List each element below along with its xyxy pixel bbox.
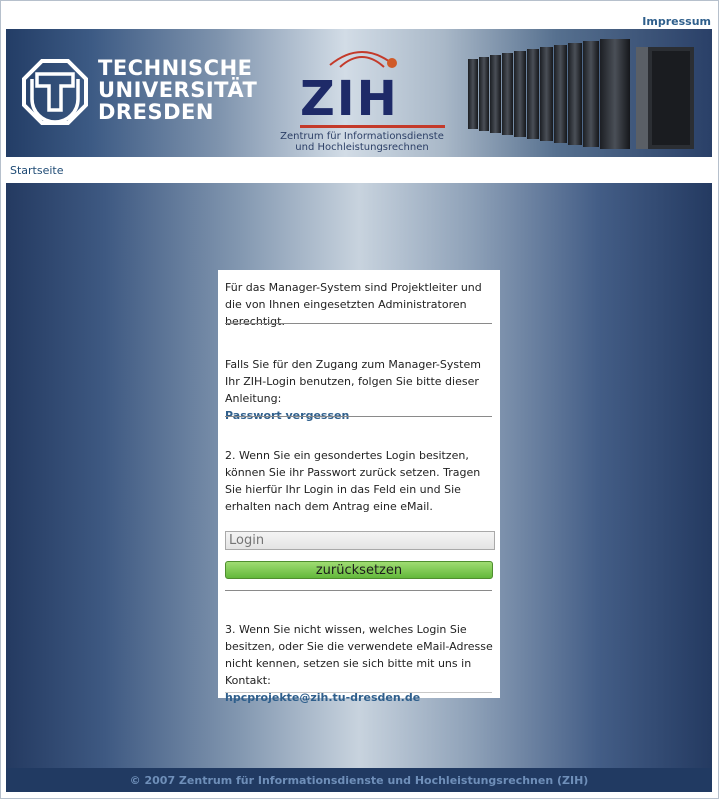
section-contact-text: 3. Wenn Sie nicht wissen, welches Login … <box>225 623 493 687</box>
section-zih-login: Falls Sie für den Zugang zum Manager-Sys… <box>225 356 493 424</box>
reset-password-button[interactable]: zurücksetzen <box>225 561 493 579</box>
divider <box>225 692 492 693</box>
university-line-2: UNIVERSITÄT <box>98 78 258 102</box>
impressum-link[interactable]: Impressum <box>642 15 711 28</box>
zih-subtitle: Zentrum für Informationsdienste und Hoch… <box>272 131 452 153</box>
divider <box>225 416 492 417</box>
zih-underline <box>300 125 445 128</box>
divider <box>225 590 492 591</box>
zih-subtitle-line-2: und Hochleistungsrechnen <box>295 142 429 153</box>
nav-startseite[interactable]: Startseite <box>10 164 64 177</box>
zih-logo: ZIH Zentrum für Informationsdienste und … <box>272 41 452 153</box>
section-contact: 3. Wenn Sie nicht wissen, welches Login … <box>225 621 493 706</box>
server-rack-icon <box>468 39 694 149</box>
university-line-1: TECHNISCHE <box>98 56 253 80</box>
university-name: TECHNISCHE UNIVERSITÄT DRESDEN <box>98 57 257 123</box>
signal-arcs-icon <box>329 51 397 68</box>
section-separate-login-text: 2. Wenn Sie ein gesondertes Login besitz… <box>225 449 481 513</box>
footer: © 2007 Zentrum für Informationsdienste u… <box>6 768 712 792</box>
university-line-3: DRESDEN <box>98 100 214 124</box>
login-input[interactable] <box>225 531 495 550</box>
password-reset-panel: Für das Manager-System sind Projektleite… <box>218 270 500 704</box>
zih-subtitle-line-1: Zentrum für Informationsdienste <box>280 131 444 142</box>
header-banner: TECHNISCHE UNIVERSITÄT DRESDEN ZIH Zentr… <box>6 29 712 157</box>
divider <box>225 323 492 324</box>
zih-wordmark: ZIH <box>300 71 399 127</box>
section-zih-login-text: Falls Sie für den Zugang zum Manager-Sys… <box>225 358 481 405</box>
tu-dresden-logo-icon <box>22 59 88 125</box>
